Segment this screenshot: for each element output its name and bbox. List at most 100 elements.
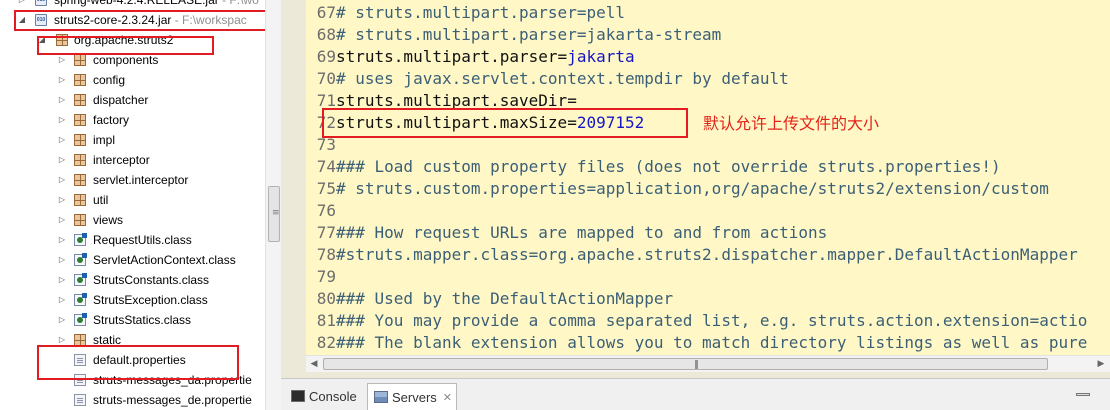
jar-icon: 010 — [35, 0, 47, 6]
collapsed-arrow-icon[interactable]: ▷ — [57, 90, 67, 110]
code-comment: ### Load custom property files (does not… — [336, 157, 1001, 176]
package-icon — [74, 134, 86, 146]
code-comment: ### How request URLs are mapped to and f… — [336, 223, 828, 242]
tree-item-struts-constants[interactable]: ▷ StrutsConstants.class — [0, 270, 265, 290]
code-line: 67# struts.multipart.parser=pell — [306, 2, 625, 24]
minimize-icon[interactable] — [1076, 393, 1090, 396]
line-number: 74 — [316, 157, 336, 176]
tree-item-impl[interactable]: ▷ impl — [0, 130, 265, 150]
collapsed-arrow-icon[interactable]: ▷ — [57, 190, 67, 210]
close-icon[interactable]: ✕ — [443, 384, 452, 410]
tree-item-interceptor[interactable]: ▷ interceptor — [0, 150, 265, 170]
class-file-icon — [74, 233, 87, 246]
line-number: 81 — [316, 311, 336, 330]
tab-servers[interactable]: Servers ✕ — [367, 383, 457, 410]
package-icon — [74, 194, 86, 206]
code-line: 75# struts.custom.properties=application… — [306, 178, 1049, 200]
collapsed-arrow-icon[interactable]: ▷ — [57, 210, 67, 230]
collapsed-arrow-icon[interactable]: ▷ — [57, 130, 67, 150]
line-number: 80 — [316, 289, 336, 308]
tree-item-name: dispatcher — [93, 93, 149, 107]
class-file-icon — [74, 293, 87, 306]
tree-item-struts-statics[interactable]: ▷ StrutsStatics.class — [0, 310, 265, 330]
tree-item-label: ServletActionContext.class — [93, 250, 236, 270]
tree-item-label: factory — [93, 110, 129, 130]
tree-item-struts-messages-de[interactable]: struts-messages_de.propertie — [0, 390, 265, 410]
tree-item-request-utils[interactable]: ▷ RequestUtils.class — [0, 230, 265, 250]
collapsed-arrow-icon[interactable]: ▷ — [57, 250, 67, 270]
line-number: 75 — [316, 179, 336, 198]
tree-item-views[interactable]: ▷ views — [0, 210, 265, 230]
tree-item-label: RequestUtils.class — [93, 230, 192, 250]
code-line: 76 — [306, 200, 336, 222]
collapsed-arrow-icon[interactable]: ▷ — [57, 70, 67, 90]
line-number: 82 — [316, 333, 336, 352]
code-comment: ### The blank extension allows you to ma… — [336, 333, 1088, 352]
tree-item-label: views — [93, 210, 123, 230]
collapsed-arrow-icon[interactable]: ▷ — [17, 0, 27, 10]
collapsed-arrow-icon[interactable]: ▷ — [57, 270, 67, 290]
tree-item-servlet-interceptor[interactable]: ▷ servlet.interceptor — [0, 170, 265, 190]
properties-editor[interactable]: 67# struts.multipart.parser=pell 68# stru… — [306, 0, 1110, 355]
code-line: 81### You may provide a comma separated … — [306, 310, 1088, 332]
tree-scrollbar-thumb[interactable]: ≡ — [268, 186, 280, 242]
collapsed-arrow-icon[interactable]: ▷ — [57, 150, 67, 170]
code-comment: # struts.multipart.parser=jakarta-stream — [336, 25, 722, 44]
package-icon — [74, 114, 86, 126]
code-comment: # uses javax.servlet.context.tempdir by … — [336, 69, 789, 88]
code-line: 80### Used by the DefaultActionMapper — [306, 288, 673, 310]
tree-item-name: StrutsConstants.class — [93, 273, 210, 287]
tree-item-label: dispatcher — [93, 90, 148, 110]
tree-item-factory[interactable]: ▷ factory — [0, 110, 265, 130]
tree-item-dispatcher[interactable]: ▷ dispatcher — [0, 90, 265, 110]
tree-item-name: StrutsException.class — [93, 293, 208, 307]
highlight-package-box — [37, 36, 214, 55]
package-icon — [74, 154, 86, 166]
line-number: 68 — [316, 25, 336, 44]
tree-item-name: components — [93, 53, 159, 67]
package-icon — [74, 214, 86, 226]
properties-file-icon — [74, 394, 86, 406]
tree-item-name: interceptor — [93, 153, 150, 167]
tree-item-name: StrutsStatics.class — [93, 313, 192, 327]
tree-item-label: StrutsException.class — [93, 290, 208, 310]
tab-console[interactable]: Console — [285, 383, 365, 410]
class-file-icon — [74, 313, 87, 326]
code-line: 70# uses javax.servlet.context.tempdir b… — [306, 68, 789, 90]
tree-item-name: impl — [93, 133, 116, 147]
collapsed-arrow-icon[interactable]: ▷ — [57, 170, 67, 190]
tree-item-label: StrutsStatics.class — [93, 310, 191, 330]
scroll-right-arrow-icon[interactable]: ▶ — [1093, 357, 1109, 371]
tree-item-servlet-action-context[interactable]: ▷ ServletActionContext.class — [0, 250, 265, 270]
class-file-icon — [74, 273, 87, 286]
collapsed-arrow-icon[interactable]: ▷ — [57, 230, 67, 250]
tree-item-config[interactable]: ▷ config — [0, 70, 265, 90]
property-value: jakarta — [567, 47, 635, 66]
tree-item-spring-web[interactable]: ▷ 010 spring-web-4.2.4.RELEASE.jar - F:\wo — [0, 0, 265, 10]
tree-item-name: config — [93, 73, 126, 87]
editor-scrollbar-thumb[interactable]: ||| — [323, 358, 1048, 370]
line-number: 69 — [316, 47, 336, 66]
code-line: 82### The blank extension allows you to … — [306, 332, 1088, 354]
package-icon — [74, 54, 86, 66]
tree-item-name: util — [93, 193, 109, 207]
editor-horizontal-scrollbar[interactable]: ◀ ||| ▶ — [306, 355, 1110, 372]
tree-item-name: factory — [93, 113, 130, 127]
tree-item-util[interactable]: ▷ util — [0, 190, 265, 210]
collapsed-arrow-icon[interactable]: ▷ — [57, 110, 67, 130]
servers-icon — [374, 391, 388, 403]
collapsed-arrow-icon[interactable]: ▷ — [57, 290, 67, 310]
collapsed-arrow-icon[interactable]: ▷ — [57, 310, 67, 330]
tree-item-struts-exception[interactable]: ▷ StrutsException.class — [0, 290, 265, 310]
tree-item-name: servlet.interceptor — [93, 173, 189, 187]
tree-item-label: spring-web-4.2.4.RELEASE.jar - F:\wo — [54, 0, 259, 10]
class-file-icon — [74, 253, 87, 266]
tree-item-label: config — [93, 70, 125, 90]
tree-vertical-scrollbar[interactable]: ≡ — [265, 0, 281, 410]
scroll-left-arrow-icon[interactable]: ◀ — [306, 357, 322, 371]
tab-console-label: Console — [309, 389, 357, 404]
line-number: 78 — [316, 245, 336, 264]
property-key: struts.multipart.parser= — [336, 47, 568, 66]
highlight-jar-box — [14, 10, 269, 31]
console-icon — [291, 390, 305, 402]
